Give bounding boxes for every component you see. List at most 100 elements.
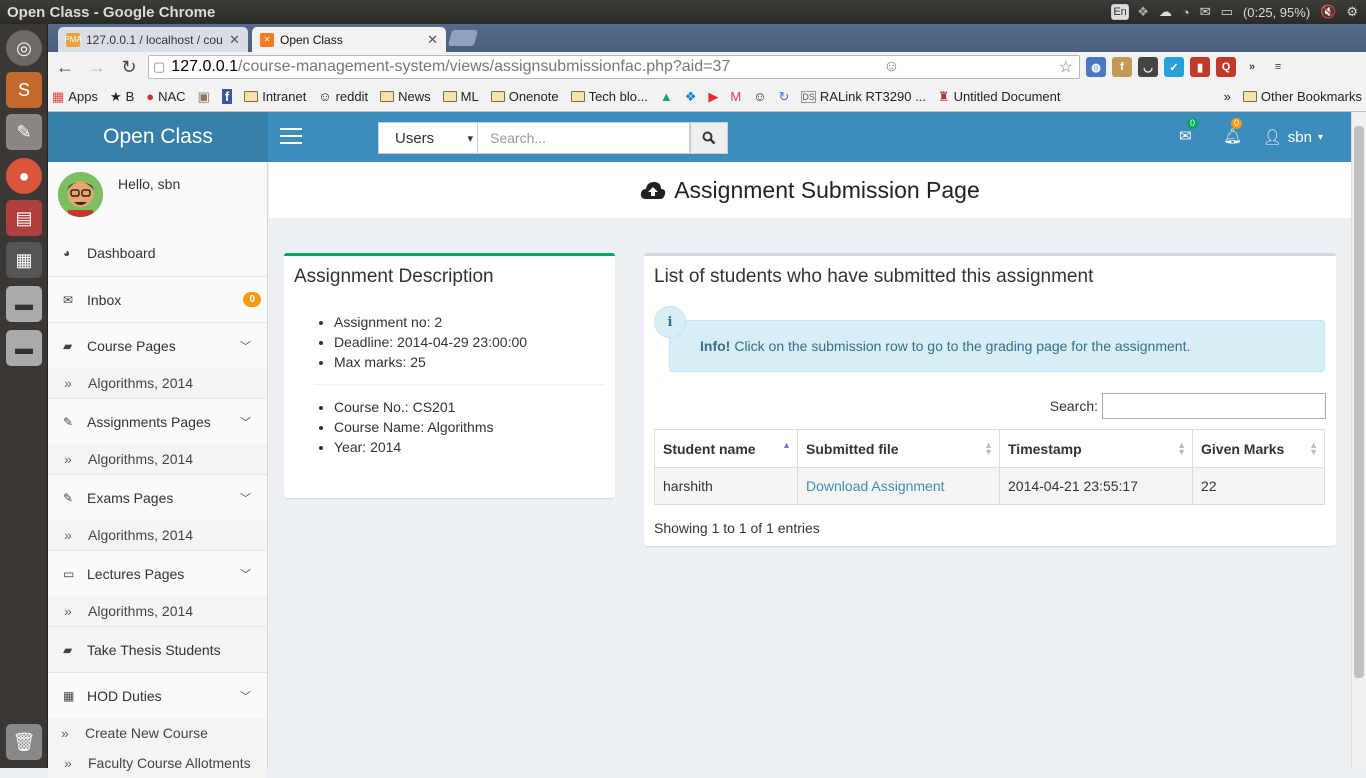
forward-icon[interactable]: →	[84, 55, 110, 79]
folder-open-icon: ▭	[63, 566, 75, 581]
bookmark-reddit-2[interactable]: ☺	[753, 89, 766, 104]
document-icon: ♜	[937, 88, 950, 104]
pocket-icon[interactable]: ◡	[1138, 57, 1158, 77]
sidebar-item-hod-duties[interactable]: ▦ HOD Duties ﹀	[48, 672, 267, 718]
battery-icon[interactable]: ▭	[1221, 4, 1233, 20]
bookmark-star-icon[interactable]: ☆	[1059, 57, 1079, 77]
table-search-label: Search:	[1049, 398, 1098, 414]
bookmark-image[interactable]: ▣	[198, 89, 210, 105]
column-header[interactable]: Given Marks ▲ ▼	[1192, 429, 1325, 468]
search-button[interactable]	[690, 122, 728, 154]
bookmark-facebook[interactable]: f	[221, 89, 233, 104]
dropbox-icon[interactable]: ❖	[1137, 4, 1149, 20]
address-bar[interactable]: ▢ 127.0.0.1 /course-management-system/vi…	[148, 55, 1080, 79]
cloud-icon[interactable]: ☁	[1159, 4, 1172, 20]
sort-icon: ▲ ▼	[984, 440, 993, 457]
page-scrollbar[interactable]	[1351, 112, 1366, 768]
extensions-overflow-icon[interactable]: »	[1242, 57, 1262, 77]
chrome-menu-icon[interactable]: ≡	[1268, 57, 1288, 77]
bookmark-nac[interactable]: ● NAC	[146, 89, 185, 104]
sidebar-subitem-exam[interactable]: » Algorithms, 2014	[48, 520, 267, 550]
column-header[interactable]: Submitted file ▲ ▼	[797, 429, 1000, 468]
extension-book-icon[interactable]: ▮	[1190, 57, 1210, 77]
sidebar-item-exams-pages[interactable]: ✎ Exams Pages ﹀	[48, 474, 267, 520]
bookmark-gmail[interactable]: M	[730, 89, 741, 104]
tab-strip: PMA 127.0.0.1 / localhost / cou ✕ ✕ Open…	[48, 24, 1366, 52]
files-icon[interactable]: ▤	[6, 200, 42, 236]
chrome-icon[interactable]: ●	[6, 158, 42, 194]
bookmark-news[interactable]: News	[380, 89, 431, 104]
sidebar-subitem-course[interactable]: » Algorithms, 2014	[48, 368, 267, 398]
column-header[interactable]: Timestamp ▲ ▼	[999, 429, 1193, 468]
bookmark-ralink[interactable]: DS RALink RT3290 ...	[801, 89, 926, 104]
tab-phpmyadmin[interactable]: PMA 127.0.0.1 / localhost / cou ✕	[58, 27, 248, 52]
search-form: Users Search...	[378, 122, 728, 154]
bookmark-b[interactable]: ★ B	[110, 89, 134, 105]
extension-globe-icon[interactable]: ◍	[1086, 57, 1106, 77]
volume-mute-icon[interactable]: 🔇	[1320, 4, 1336, 20]
app-logo[interactable]: Open Class	[48, 112, 268, 162]
sidebar-item-inbox[interactable]: ✉ Inbox 0	[48, 276, 267, 322]
facebook-icon: f	[221, 89, 233, 104]
column-header[interactable]: Student name ▲	[654, 429, 798, 468]
messages-menu[interactable]: ✉ 0	[1179, 118, 1199, 145]
reddit-alien-icon[interactable]: ☺	[883, 58, 905, 76]
bookmark-apps[interactable]: ▦ Apps	[52, 89, 98, 105]
reload-icon[interactable]: ↻	[116, 55, 142, 79]
extension-facebook-icon[interactable]: f	[1112, 57, 1132, 77]
wifi-icon[interactable]: ◔	[1182, 5, 1190, 20]
bookmark-ml[interactable]: ML	[442, 89, 479, 104]
dash-home-icon[interactable]: ◎	[6, 30, 42, 66]
settings-gear-icon[interactable]: ⚙	[1346, 4, 1358, 20]
sidebar-item-assignments-pages[interactable]: ✎ Assignments Pages ﹀	[48, 398, 267, 444]
sublime-text-icon[interactable]: S	[6, 72, 42, 108]
drive-icon[interactable]: ▬	[6, 330, 42, 366]
table-row[interactable]: harshith Download Assignment 2014-04-21 …	[654, 467, 1325, 505]
scrollbar-thumb[interactable]	[1354, 126, 1364, 678]
search-scope-select[interactable]: Users	[378, 122, 478, 154]
bookmark-untitled[interactable]: ♜ Untitled Document	[938, 89, 1061, 105]
tab-open-class[interactable]: ✕ Open Class ✕	[252, 27, 446, 52]
workspaces-icon[interactable]: ▦	[6, 242, 42, 278]
sidebar-subitem-assignment[interactable]: » Algorithms, 2014	[48, 444, 267, 474]
sidebar-item-label: Dashboard	[87, 245, 156, 261]
bookmark-tech-blogs[interactable]: Tech blo...	[570, 89, 648, 104]
sidebar-subitem-create-course[interactable]: » Create New Course	[48, 718, 267, 748]
extension-q-icon[interactable]: Q	[1216, 57, 1236, 77]
bookmark-refresh[interactable]: ↻	[779, 89, 790, 105]
notifications-menu[interactable]: 🔔︎ 0	[1223, 118, 1242, 145]
trash-icon[interactable]: 🗑	[6, 724, 42, 760]
folder-icon	[244, 91, 259, 102]
system-settings-icon[interactable]: ✎	[6, 114, 42, 150]
bookmarks-overflow[interactable]: »	[1224, 89, 1231, 104]
nac-icon: ●	[146, 89, 155, 104]
google-drive-icon: ▲	[659, 89, 673, 104]
keyboard-language[interactable]: En	[1111, 4, 1130, 20]
extension-check-icon[interactable]: ✓	[1164, 57, 1184, 77]
bookmark-dropbox[interactable]: ❖	[685, 89, 697, 105]
sidebar-item-dashboard[interactable]: ◕ Dashboard	[48, 230, 267, 276]
sidebar-subitem-lecture[interactable]: » Algorithms, 2014	[48, 596, 267, 626]
sidebar-item-course-pages[interactable]: ▰ Course Pages ﹀	[48, 322, 267, 368]
sidebar-item-lectures-pages[interactable]: ▭ Lectures Pages ﹀	[48, 550, 267, 596]
user-menu[interactable]: 👤︎ sbn ▾	[1263, 128, 1323, 147]
close-tab-icon[interactable]: ✕	[427, 32, 438, 48]
mail-icon[interactable]: ✉	[1200, 4, 1211, 20]
battery-status[interactable]: (0:25, 95%)	[1243, 5, 1310, 20]
drive-icon[interactable]: ▬	[6, 286, 42, 322]
sidebar-item-take-thesis[interactable]: ▰ Take Thesis Students	[48, 626, 267, 672]
bookmark-intranet[interactable]: Intranet	[244, 89, 306, 104]
back-icon[interactable]: ←	[52, 55, 78, 79]
bookmark-drive[interactable]: ▲	[660, 89, 673, 104]
new-tab-button[interactable]	[447, 30, 479, 46]
close-tab-icon[interactable]: ✕	[229, 32, 240, 48]
bookmark-youtube[interactable]: ▶	[708, 89, 718, 105]
sidebar-toggle-icon[interactable]	[280, 128, 302, 144]
other-bookmarks[interactable]: Other Bookmarks	[1242, 89, 1362, 104]
download-assignment-link[interactable]: Download Assignment	[806, 478, 945, 494]
table-search-input[interactable]	[1102, 393, 1326, 419]
search-input[interactable]: Search...	[478, 122, 690, 154]
sidebar-subitem-faculty-allotments[interactable]: » Faculty Course Allotments	[48, 748, 267, 778]
bookmark-reddit[interactable]: ☺ reddit	[318, 89, 368, 104]
bookmark-onenote[interactable]: Onenote	[490, 89, 559, 104]
